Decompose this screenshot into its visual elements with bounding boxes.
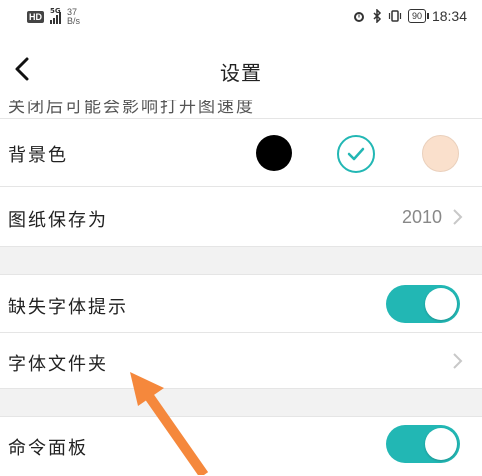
vibrate-icon xyxy=(388,10,402,22)
network-type: 5G xyxy=(50,7,61,15)
checkmark-icon xyxy=(347,147,365,161)
status-bar: HD 5G 37 B/s 90 18:34 xyxy=(0,0,482,38)
chevron-right-icon xyxy=(453,209,463,225)
hd-badge: HD xyxy=(27,11,44,23)
status-left: HD 5G 37 B/s xyxy=(27,7,80,26)
swatch-white-selected[interactable] xyxy=(337,135,375,173)
swatch-black[interactable] xyxy=(256,135,292,171)
toggle-knob xyxy=(425,428,457,460)
network-speed: 37 B/s xyxy=(67,8,80,26)
nav-bar: 设置 xyxy=(0,38,482,100)
partial-setting-row: 关闭后可能会影响打开图速度 xyxy=(0,100,482,118)
font-folder-row[interactable]: 字体文件夹 xyxy=(0,332,482,389)
partial-row-text: 关闭后可能会影响打开图速度 xyxy=(8,100,255,117)
speed-unit: B/s xyxy=(67,16,81,26)
background-color-row: 背景色 xyxy=(0,118,482,187)
save-drawing-as-row[interactable]: 图纸保存为 2010 xyxy=(0,186,482,247)
section-divider xyxy=(0,388,482,417)
signal-icon: 5G xyxy=(50,7,61,24)
missing-font-prompt-row: 缺失字体提示 xyxy=(0,274,482,333)
command-panel-label: 命令面板 xyxy=(8,438,88,459)
clock: 18:34 xyxy=(431,8,467,24)
page-title: 设置 xyxy=(220,61,262,85)
alarm-icon xyxy=(353,12,364,22)
section-divider xyxy=(0,246,482,275)
command-panel-row: 命令面板 xyxy=(0,416,482,476)
swatch-beige[interactable] xyxy=(422,135,459,172)
battery-icon: 90 xyxy=(407,9,429,23)
bluetooth-icon xyxy=(373,9,381,23)
command-panel-toggle[interactable] xyxy=(386,425,460,463)
save-drawing-as-label: 图纸保存为 xyxy=(8,210,108,231)
save-drawing-as-value: 2010 xyxy=(401,207,442,227)
font-folder-label: 字体文件夹 xyxy=(8,354,108,375)
background-color-label: 背景色 xyxy=(8,145,68,166)
status-right: 90 18:34 xyxy=(352,8,467,24)
toggle-knob xyxy=(425,288,457,320)
missing-font-prompt-label: 缺失字体提示 xyxy=(8,297,128,318)
missing-font-prompt-toggle[interactable] xyxy=(386,285,460,323)
chevron-right-icon xyxy=(453,353,463,369)
